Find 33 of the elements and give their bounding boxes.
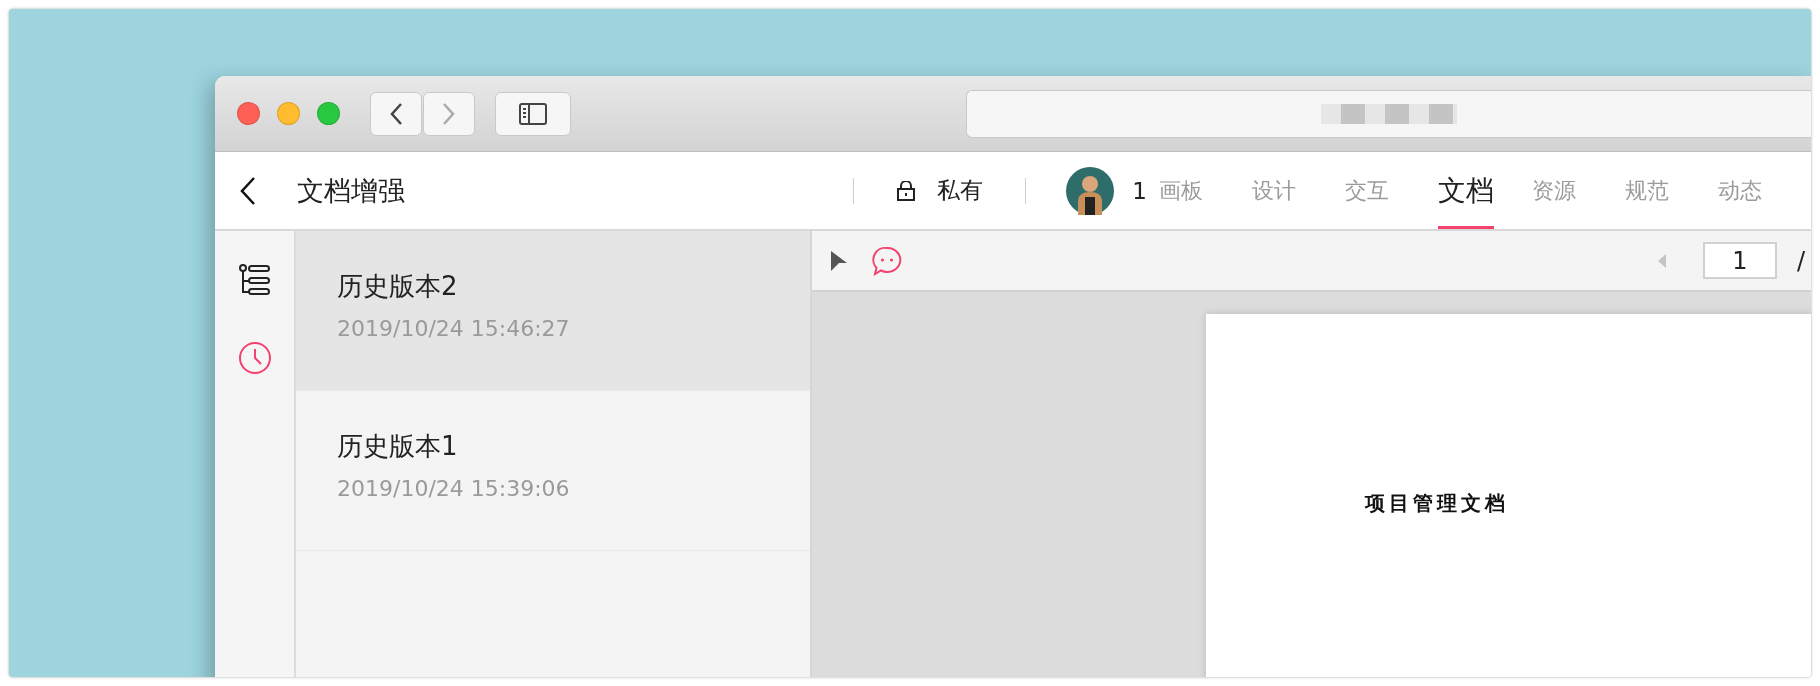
- nav-tab[interactable]: 规范: [1625, 152, 1669, 229]
- version-time: 2019/10/24 15:46:27: [337, 316, 571, 341]
- version-time: 2019/10/24 15:39:06: [337, 476, 571, 501]
- clock-icon: [237, 341, 272, 375]
- sidebar-icon: [518, 101, 548, 126]
- maximize-button[interactable]: [317, 102, 340, 125]
- version-item[interactable]: 历史版本2 2019/10/24 15:46:27: [296, 231, 810, 391]
- chat-bubble-icon: [872, 245, 902, 276]
- pointer-icon: [830, 249, 848, 272]
- tool-button[interactable]: [872, 245, 902, 276]
- document-title: 文档增强: [297, 173, 405, 208]
- nav-tab[interactable]: 交互: [1345, 152, 1389, 229]
- nav-tab[interactable]: 动态: [1718, 152, 1762, 229]
- tool-button[interactable]: [830, 249, 848, 272]
- nav-tab[interactable]: 画板: [1159, 152, 1203, 229]
- version-name: 历史版本1: [337, 430, 459, 463]
- sidebar-toggle-button[interactable]: [495, 91, 571, 136]
- member-count: 1: [1132, 177, 1147, 204]
- sidebar-button[interactable]: [238, 264, 271, 296]
- nav-tab[interactable]: 资源: [1532, 152, 1576, 229]
- back-button[interactable]: [370, 91, 422, 136]
- avatar[interactable]: [1066, 166, 1115, 215]
- nav-tab[interactable]: 设计: [1252, 152, 1296, 229]
- document-heading: 项目管理文档: [1365, 491, 1509, 515]
- chevron-left-icon: [389, 101, 403, 126]
- close-button[interactable]: [237, 102, 260, 125]
- page-number-field[interactable]: 1: [1702, 242, 1777, 279]
- version-name: 历史版本2: [337, 270, 459, 303]
- lock-icon: [897, 180, 916, 201]
- chevron-right-icon: [442, 101, 456, 126]
- page-separator: /: [1796, 246, 1805, 275]
- outline-icon: [238, 264, 271, 296]
- privacy-label[interactable]: 私有: [937, 175, 984, 206]
